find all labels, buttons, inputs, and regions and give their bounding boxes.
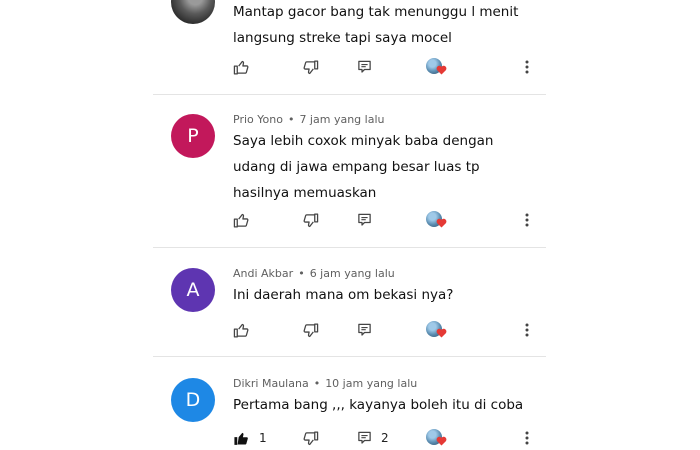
creator-heart (426, 209, 447, 231)
dislike-button[interactable] (302, 319, 319, 341)
creator-heart (426, 319, 447, 341)
meta-separator: • (298, 267, 305, 280)
author-name[interactable]: Prio Yono (233, 113, 283, 126)
more-options-button[interactable] (520, 427, 534, 449)
thumb-up-icon (233, 60, 249, 75)
meta-separator: • (313, 377, 321, 390)
reply-button[interactable]: 2 (357, 427, 389, 449)
reply-icon (358, 323, 371, 336)
dislike-button[interactable] (302, 56, 319, 78)
comment-text: Mantap gacor bang tak menunggu l menit l… (233, 4, 519, 46)
comment-time[interactable]: 7 jam yang lalu (299, 113, 384, 126)
like-button[interactable] (233, 56, 250, 78)
reply-count: 2 (381, 431, 389, 445)
thumb-down-icon (303, 430, 319, 445)
reply-icon (358, 60, 371, 73)
creator-heart (426, 56, 447, 78)
comment-time[interactable]: 6 jam yang lalu (310, 267, 395, 280)
thumb-down-icon (303, 322, 319, 337)
comment-text: Saya lebih coxok minyak baba dengan udan… (233, 133, 494, 201)
creator-heart (426, 427, 447, 449)
more-vert-icon (525, 213, 529, 227)
comment-text: Pertama bang ,,, kayanya boleh itu di co… (233, 397, 524, 413)
comment-avatar[interactable]: P (171, 114, 215, 158)
thumb-down-icon (303, 59, 319, 74)
thumb-up-filled-icon (234, 432, 248, 445)
more-vert-icon (525, 60, 529, 74)
creator-heart-icon (436, 436, 447, 446)
more-vert-icon (525, 323, 529, 337)
comment-avatar[interactable]: D (171, 378, 215, 422)
reply-button[interactable] (357, 56, 372, 78)
more-options-button[interactable] (520, 209, 534, 231)
divider (153, 247, 546, 248)
reply-icon (358, 213, 371, 226)
more-options-button[interactable] (520, 56, 534, 78)
dislike-button[interactable] (302, 209, 319, 231)
like-count: 1 (259, 431, 267, 445)
comment-meta: Andi Akbar • 6 jam yang lalu (233, 267, 395, 280)
comment-avatar[interactable] (171, 0, 215, 24)
divider (153, 356, 546, 357)
thumb-up-icon (233, 213, 249, 228)
author-name[interactable]: Andi Akbar (233, 267, 293, 280)
meta-separator: • (287, 113, 295, 126)
comment-actions (0, 209, 700, 231)
reply-button[interactable] (357, 319, 372, 341)
dislike-button[interactable] (302, 427, 319, 449)
comment-actions: 1 2 (0, 427, 700, 449)
like-button[interactable] (233, 209, 250, 231)
creator-heart-icon (436, 218, 447, 228)
more-options-button[interactable] (520, 319, 534, 341)
thumb-down-icon (303, 212, 319, 227)
author-name[interactable]: Dikri Maulana (233, 377, 309, 390)
more-vert-icon (525, 431, 529, 445)
comment-meta: Prio Yono • 7 jam yang lalu (233, 113, 384, 126)
comment-actions (0, 319, 700, 341)
comment-actions (0, 56, 700, 78)
creator-heart-icon (436, 328, 447, 338)
divider (153, 94, 546, 95)
reply-icon (358, 431, 371, 444)
creator-heart-icon (436, 65, 447, 75)
reply-button[interactable] (357, 209, 372, 231)
comment-time[interactable]: 10 jam yang lalu (325, 377, 417, 390)
comment-text: Ini daerah mana om bekasi nya? (233, 287, 454, 303)
comment-avatar[interactable]: A (171, 268, 215, 312)
thumb-up-icon (233, 323, 249, 338)
comment-meta: Dikri Maulana • 10 jam yang lalu (233, 377, 417, 390)
like-button[interactable] (233, 319, 250, 341)
like-button[interactable]: 1 (233, 427, 267, 449)
